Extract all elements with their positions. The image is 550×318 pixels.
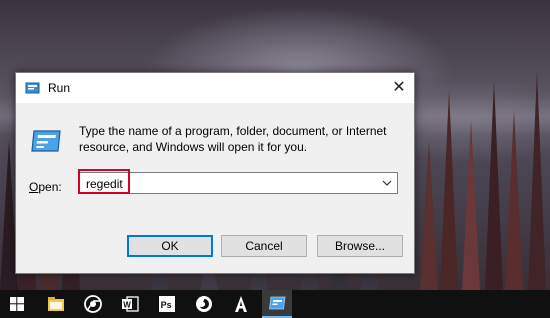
open-combobox[interactable]: regedit [79,172,398,194]
taskbar-run[interactable] [262,290,292,318]
taskbar-firefox[interactable] [189,290,219,318]
word-icon: W [122,296,139,312]
wallpaper-tree [505,110,523,290]
taskbar-font-app[interactable] [226,290,256,318]
run-icon [269,296,286,310]
wallpaper-tree [528,70,546,290]
windows-start-icon [10,297,24,311]
dialog-title: Run [48,81,71,95]
taskbar-chrome[interactable] [78,290,108,318]
close-icon: ✕ [392,79,406,96]
firefox-icon [196,296,212,312]
cancel-button[interactable]: Cancel [221,235,307,257]
wallpaper-tree [485,80,503,290]
taskbar: W Ps [0,290,550,318]
title-bar[interactable]: Run ✕ [16,73,414,103]
taskbar-file-explorer[interactable] [41,290,71,318]
start-button[interactable] [2,290,32,318]
font-a-icon [235,296,247,312]
svg-text:W: W [123,300,131,309]
chrome-icon [84,295,102,313]
wallpaper-tree [440,90,458,290]
wallpaper-tree [462,120,480,290]
open-label-text: pen: [38,180,62,194]
taskbar-photoshop[interactable]: Ps [152,290,182,318]
run-dialog: Run ✕ Type the name of a program, folder… [15,72,415,274]
dialog-description: Type the name of a program, folder, docu… [79,124,387,154]
close-button[interactable]: ✕ [390,79,408,97]
open-input[interactable]: regedit [86,177,123,191]
run-large-icon [31,130,61,152]
ok-button[interactable]: OK [127,235,213,257]
taskbar-word[interactable]: W [115,290,145,318]
svg-text:Ps: Ps [161,300,172,310]
wallpaper-tree [420,140,438,290]
photoshop-icon: Ps [159,296,175,312]
browse-button[interactable]: Browse... [317,235,403,257]
file-explorer-icon [48,297,64,311]
chevron-down-icon[interactable] [382,178,392,188]
button-area: OK Cancel Browse... [16,223,414,273]
open-label: Open: [29,180,62,194]
dialog-content: Type the name of a program, folder, docu… [16,103,414,223]
run-icon [25,82,40,94]
open-label-accelerator: O [29,180,39,194]
